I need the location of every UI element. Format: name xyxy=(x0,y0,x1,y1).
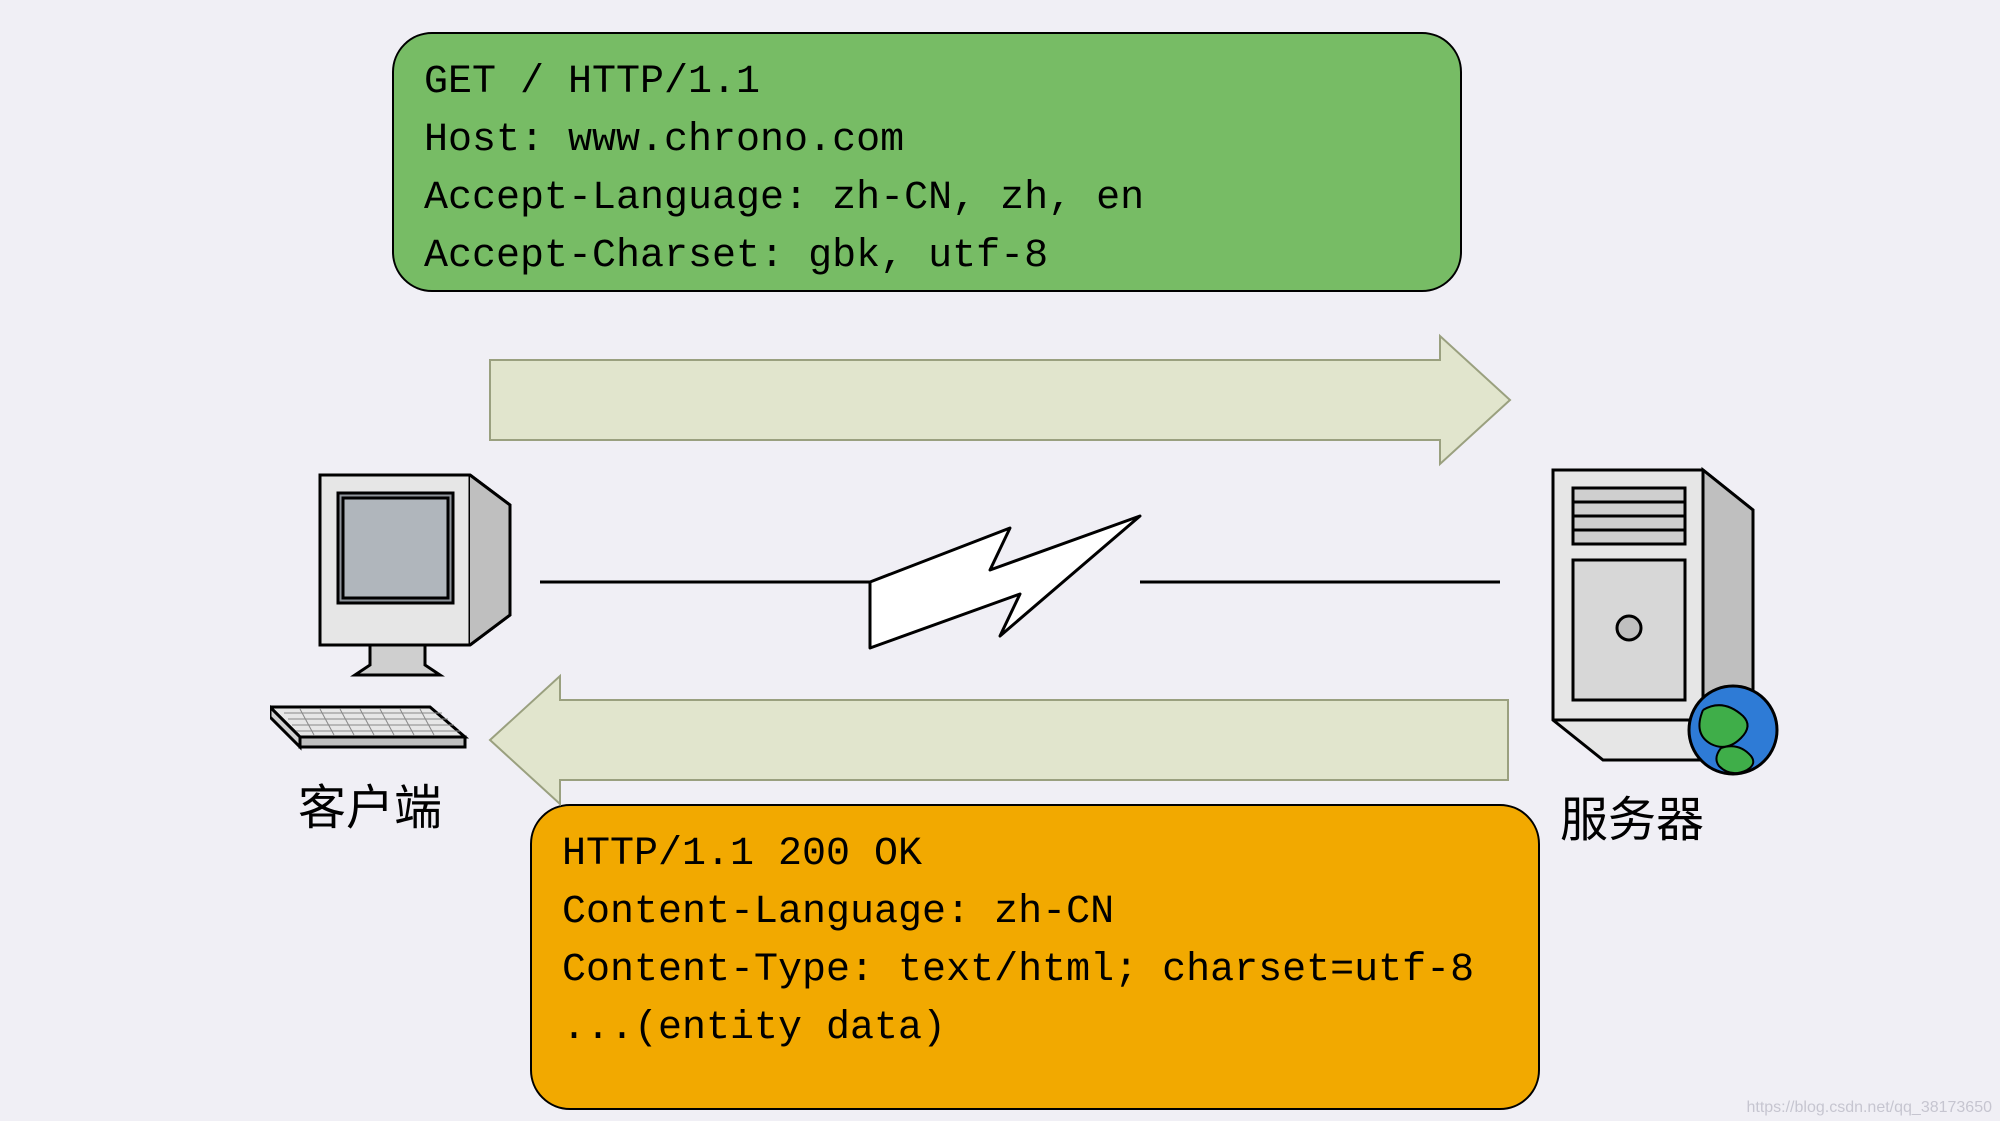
connection-bolt-icon xyxy=(540,516,1500,648)
request-line: Accept-Language: zh-CN, zh, en xyxy=(424,170,1430,228)
request-line: Accept-Charset: gbk, utf-8 xyxy=(424,228,1430,286)
http-request-box: GET / HTTP/1.1 Host: www.chrono.com Acce… xyxy=(392,32,1462,292)
globe-icon xyxy=(1689,686,1777,774)
response-line: Content-Language: zh-CN xyxy=(562,884,1508,942)
client-computer-icon xyxy=(270,465,570,755)
request-line: GET / HTTP/1.1 xyxy=(424,54,1430,112)
request-line: Host: www.chrono.com xyxy=(424,112,1430,170)
response-arrow-icon xyxy=(490,676,1508,804)
client-label: 客户端 xyxy=(298,768,442,838)
server-tower-icon xyxy=(1523,440,1783,780)
response-line: Content-Type: text/html; charset=utf-8 xyxy=(562,942,1508,1000)
watermark-text: https://blog.csdn.net/qq_38173650 xyxy=(1746,1099,1992,1117)
request-arrow-icon xyxy=(490,336,1510,464)
http-response-box: HTTP/1.1 200 OK Content-Language: zh-CN … xyxy=(530,804,1540,1110)
response-line: HTTP/1.1 200 OK xyxy=(562,826,1508,884)
response-line: ...(entity data) xyxy=(562,1000,1508,1058)
